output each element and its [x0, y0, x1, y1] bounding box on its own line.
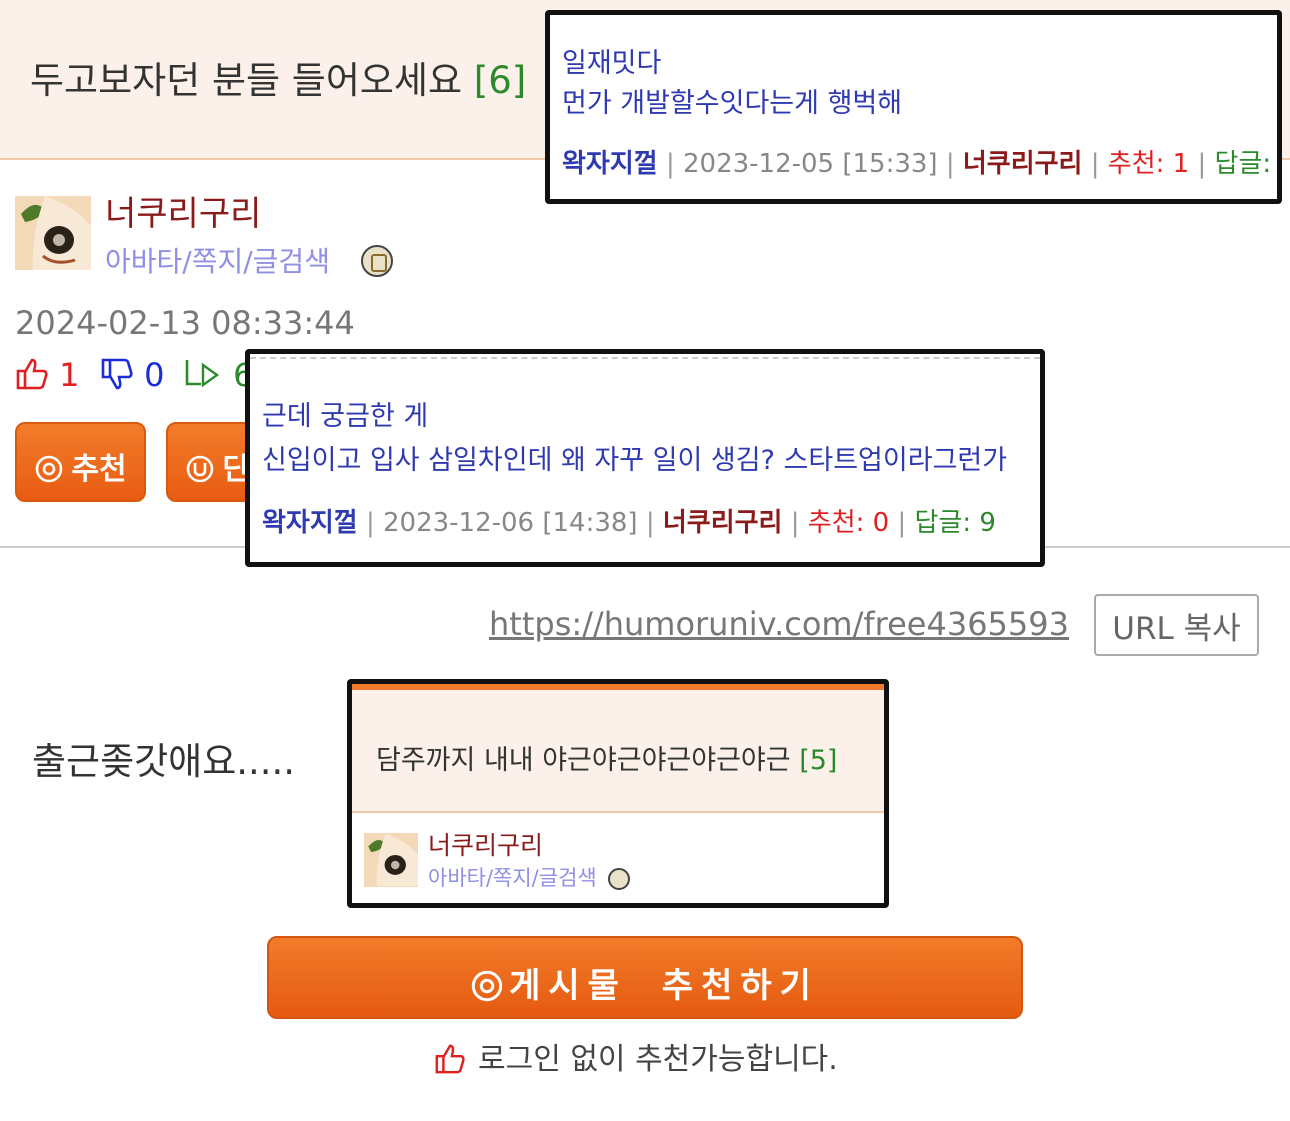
recommend-circle-icon [471, 970, 503, 1002]
post-recommend-label: 게시물 추천하기 [509, 967, 819, 1005]
preview-header: 담주까지 내내 야근야근야근야근야근 [5] [352, 690, 884, 813]
preview-author-links[interactable]: 아바타/쪽지/글검색 [428, 862, 597, 892]
preview-author-name[interactable]: 너쿠리구리 [428, 826, 543, 862]
comment-date: 2023-12-06 [14:38] [382, 508, 638, 538]
post-title-text: 두고보자던 분들 들어오세요 [30, 59, 463, 102]
comment-line-2: 신입이고 입사 삼일차인데 왜 자꾸 일이 생김? 스타트업이라그런가 [262, 445, 1008, 476]
login-note: 로그인 없이 추천가능합니다. [434, 1034, 838, 1078]
upvote-count: 1 [59, 356, 80, 394]
upvote[interactable]: 1 [15, 356, 80, 394]
recommend-circle-icon [35, 455, 63, 483]
thumbs-up-icon [16, 358, 48, 390]
u-circle-icon [186, 455, 214, 483]
avatar[interactable] [364, 833, 418, 887]
board-name[interactable]: 왁자지껄 [262, 508, 358, 538]
recommend-button[interactable]: 추천 [15, 422, 146, 502]
comment-author[interactable]: 너쿠리구리 [963, 149, 1083, 179]
preview-title: 담주까지 내내 야근야근야근야근야근 [5] [376, 738, 837, 777]
recommend-button-label: 추천 [71, 453, 127, 486]
post-date: 2024-02-13 08:33:44 [15, 304, 355, 342]
comment-recommend: 추천: 1 [1107, 149, 1190, 179]
post-recommend-button[interactable]: 게시물 추천하기 [267, 936, 1023, 1019]
preview-comment-count[interactable]: [5] [799, 745, 837, 776]
comment-replies: 답글: 10 [1214, 149, 1278, 179]
comment-line-1: 근데 궁금한 게 [262, 401, 429, 432]
comment-recommend: 추천: 0 [807, 508, 890, 538]
post-body: 출근좆갓애요..... [32, 740, 296, 783]
comment-card-2[interactable]: 근데 궁금한 게 신입이고 입사 삼일차인데 왜 자꾸 일이 생김? 스타트업이… [245, 349, 1045, 567]
author-name[interactable]: 너쿠리구리 [105, 186, 261, 235]
url-copy-button[interactable]: URL 복사 [1094, 594, 1259, 656]
author-links[interactable]: 아바타/쪽지/글검색 [105, 240, 330, 280]
login-note-text: 로그인 없이 추천가능합니다. [478, 1042, 838, 1077]
comment-line-1: 일재밋다 [562, 48, 662, 79]
comment-card-1[interactable]: 일재밋다 먼가 개발할수잇다는게 행벅해 왁자지껄 | 2023-12-05 [… [545, 10, 1282, 204]
coin-icon [608, 868, 630, 890]
thumbs-up-icon [435, 1044, 465, 1074]
downvote[interactable]: 0 [100, 356, 165, 394]
post-preview-card[interactable]: 담주까지 내내 야근야근야근야근야근 [5] 너쿠리구리 아바타/쪽지/글검색 [347, 679, 889, 908]
post-title: 두고보자던 분들 들어오세요 [6] [30, 50, 526, 104]
comment-line-2: 먼가 개발할수잇다는게 행벅해 [562, 88, 903, 119]
reply-arrow-icon [185, 360, 220, 388]
comment-date: 2023-12-05 [15:33] [682, 149, 938, 179]
avatar[interactable] [15, 196, 91, 270]
preview-title-text: 담주까지 내내 야근야근야근야근야근 [376, 745, 791, 776]
comment-count[interactable]: [6] [474, 59, 526, 102]
downvote-count: 0 [144, 356, 165, 394]
post-url-link[interactable]: https://humoruniv.com/free4365593 [489, 605, 1069, 643]
comment-meta: 왁자지껄 | 2023-12-06 [14:38] | 너쿠리구리 | 추천: … [262, 508, 996, 538]
thumbs-down-icon [101, 358, 133, 390]
coin-icon [361, 245, 393, 277]
comment-replies: 답글: 9 [914, 508, 996, 538]
comment-meta: 왁자지껄 | 2023-12-05 [15:33] | 너쿠리구리 | 추천: … [562, 143, 1278, 180]
reply-count-badge[interactable]: 6 [183, 356, 254, 394]
board-name[interactable]: 왁자지껄 [562, 149, 658, 179]
comment-author[interactable]: 너쿠리구리 [663, 508, 783, 538]
